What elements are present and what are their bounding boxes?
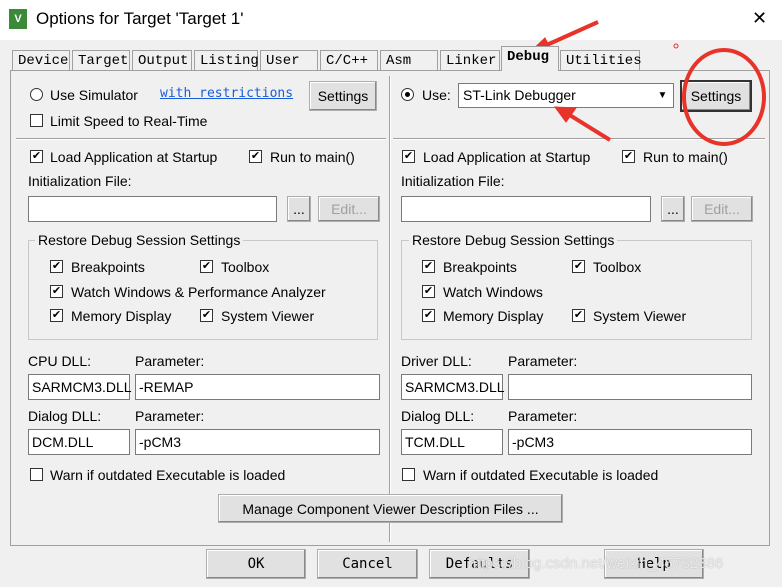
annotation-dot <box>673 43 679 49</box>
tab-debug[interactable]: Debug <box>501 46 559 71</box>
highlight-circle <box>682 48 766 146</box>
arrow-to-debug-tab <box>539 20 599 50</box>
annotation-overlay <box>526 20 766 146</box>
arrow-to-debugger-select <box>566 112 612 142</box>
arrowhead <box>553 106 577 123</box>
